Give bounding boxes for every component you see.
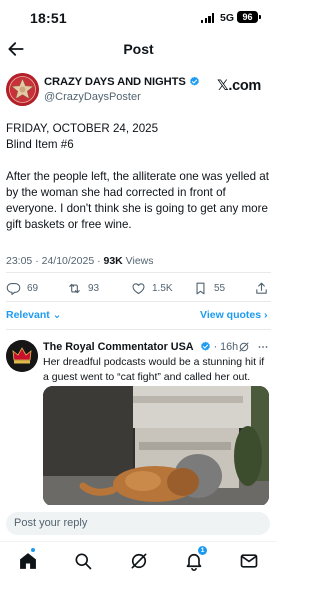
post-timestamp[interactable]: 23:05 · 24/10/2025 · <box>6 255 104 267</box>
cat-photo-image <box>43 386 269 506</box>
reply-composer: Post your reply <box>0 505 277 541</box>
divider <box>6 301 271 302</box>
more-options-icon[interactable] <box>256 341 270 353</box>
reply-count: 69 <box>27 282 39 294</box>
bookmark-count: 55 <box>214 282 226 294</box>
x-com-logo: 𝕏.com <box>217 78 262 94</box>
post-date-line: FRIDAY, OCTOBER 24, 2025 <box>6 122 159 135</box>
post-blind-item-line: Blind Item #6 <box>6 138 74 151</box>
post-meta: 23:05 · 24/10/2025 · 93K Views <box>6 255 154 267</box>
repost-count: 93 <box>88 282 100 294</box>
bookmark-icon <box>196 282 205 294</box>
share-icon <box>256 282 267 294</box>
reply-media-image[interactable] <box>43 386 269 506</box>
reply-text: Her dreadful podcasts would be a stunnin… <box>43 356 265 383</box>
grok-tab-icon[interactable] <box>129 551 149 571</box>
crown-logo-icon <box>6 340 38 372</box>
views-count: 93K <box>103 255 123 267</box>
author-avatar[interactable] <box>6 73 39 106</box>
verified-badge-icon <box>200 341 210 351</box>
divider <box>6 329 271 330</box>
like-count: 1.5K <box>152 282 173 294</box>
author-handle[interactable]: @CrazyDaysPoster <box>44 91 141 103</box>
signal-icon <box>201 13 215 23</box>
like-button[interactable]: 1.5K <box>131 280 173 296</box>
verified-badge-icon <box>189 76 199 86</box>
post-body-paragraph: After the people left, the alliterate on… <box>6 170 269 231</box>
reply-header: The Royal Commentator USA · 16h <box>43 341 238 353</box>
reply-time: · 16h <box>213 341 239 353</box>
author-name-text: CRAZY DAYS AND NIGHTS <box>44 76 186 88</box>
post-text: FRIDAY, OCTOBER 24, 2025 Blind Item #6 A… <box>6 121 272 249</box>
divider <box>6 272 271 273</box>
bookmark-button[interactable]: 55 <box>193 280 225 296</box>
heart-icon <box>132 282 145 294</box>
reply-button[interactable]: 69 <box>6 280 38 296</box>
battery-icon: 96 <box>237 11 258 23</box>
grok-icon[interactable] <box>238 341 250 353</box>
battery-tip <box>259 15 261 19</box>
reply-author-avatar[interactable] <box>6 340 38 372</box>
author-name[interactable]: CRAZY DAYS AND NIGHTS <box>44 76 200 88</box>
walk-of-fame-star-icon <box>6 73 39 106</box>
view-quotes-link[interactable]: View quotes › <box>200 309 268 321</box>
messages-mail-icon[interactable] <box>239 551 259 571</box>
sort-relevant-dropdown[interactable]: Relevant ⌄ <box>6 309 61 321</box>
network-type: 5G <box>220 12 235 24</box>
search-icon[interactable] <box>73 551 93 571</box>
reply-input[interactable]: Post your reply <box>6 512 270 535</box>
home-unread-dot <box>31 548 35 552</box>
home-icon[interactable] <box>18 551 38 571</box>
share-button[interactable] <box>254 280 275 296</box>
repost-button[interactable]: 93 <box>67 280 99 296</box>
repost-icon <box>69 283 80 293</box>
page-title: Post <box>123 41 154 57</box>
reply-input-placeholder: Post your reply <box>14 517 88 529</box>
notifications-badge: 1 <box>198 546 207 555</box>
status-time: 18:51 <box>30 10 67 26</box>
top-bar: Post <box>0 34 277 64</box>
status-bar: 18:51 5G 96 <box>0 0 277 34</box>
bottom-tab-bar <box>0 541 277 600</box>
reply-icon <box>6 282 21 295</box>
views-label: Views <box>122 255 154 267</box>
reply-author-name[interactable]: The Royal Commentator USA <box>43 341 194 353</box>
